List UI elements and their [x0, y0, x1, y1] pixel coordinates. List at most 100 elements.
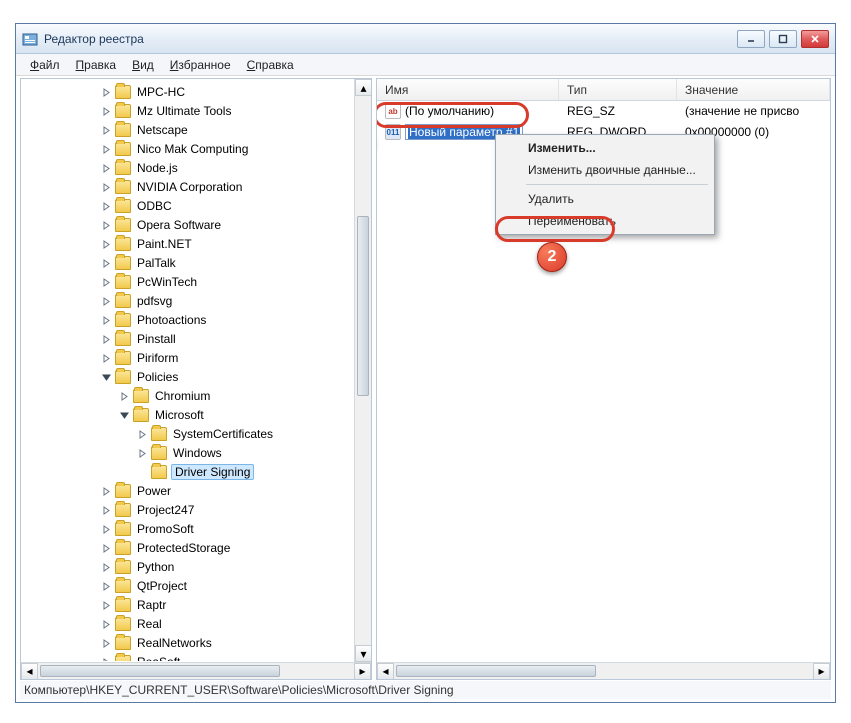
tree-item-opera-software[interactable]: Opera Software	[21, 216, 371, 234]
list-row[interactable]: ab(По умолчанию)REG_SZ(значение не присв…	[377, 101, 830, 121]
tree-item-odbc[interactable]: ODBC	[21, 197, 371, 215]
titlebar[interactable]: Редактор реестра	[16, 24, 835, 54]
tree-expander-icon[interactable]	[101, 581, 112, 592]
menu-favorites[interactable]: Избранное	[162, 56, 239, 74]
tree-expander-icon[interactable]	[101, 258, 112, 269]
tree-item-paint-net[interactable]: Paint.NET	[21, 235, 371, 253]
tree-item-windows[interactable]: Windows	[21, 444, 371, 462]
tree-expander-icon[interactable]	[119, 410, 130, 421]
col-header-type[interactable]: Тип	[559, 79, 677, 100]
minimize-button[interactable]	[737, 30, 765, 48]
window-title: Редактор реестра	[44, 32, 737, 46]
tree-label: ReaSoft	[135, 655, 182, 661]
tree-item-pdfsvg[interactable]: pdfsvg	[21, 292, 371, 310]
tree-expander-icon[interactable]	[101, 619, 112, 630]
tree-item-photoactions[interactable]: Photoactions	[21, 311, 371, 329]
menu-edit[interactable]: Правка	[68, 56, 125, 74]
tree-item-project247[interactable]: Project247	[21, 501, 371, 519]
tree-item-chromium[interactable]: Chromium	[21, 387, 371, 405]
tree-item-power[interactable]: Power	[21, 482, 371, 500]
folder-icon	[115, 655, 131, 661]
tree-item-mpc-hc[interactable]: MPC-HC	[21, 83, 371, 101]
tree-hscroll[interactable]: ◂ ▸	[21, 662, 371, 679]
tree-expander-icon[interactable]	[101, 277, 112, 288]
tree-item-nico-mak-computing[interactable]: Nico Mak Computing	[21, 140, 371, 158]
tree-expander-icon[interactable]	[101, 562, 112, 573]
cm-modify[interactable]: Изменить...	[498, 137, 712, 159]
tree-expander-icon[interactable]	[101, 315, 112, 326]
tree-item-nvidia-corporation[interactable]: NVIDIA Corporation	[21, 178, 371, 196]
tree-item-netscape[interactable]: Netscape	[21, 121, 371, 139]
cm-delete[interactable]: Удалить	[498, 188, 712, 210]
tree-expander-icon[interactable]	[101, 201, 112, 212]
tree-expander-icon[interactable]	[101, 334, 112, 345]
scroll-up-icon[interactable]: ▴	[355, 79, 372, 96]
menu-view[interactable]: Вид	[124, 56, 162, 74]
tree-item-piriform[interactable]: Piriform	[21, 349, 371, 367]
tree-label: PromoSoft	[135, 522, 196, 536]
tree-expander-icon[interactable]	[101, 296, 112, 307]
tree-expander-icon[interactable]	[101, 239, 112, 250]
tree-expander-icon[interactable]	[101, 524, 112, 535]
tree-expander-icon[interactable]	[101, 163, 112, 174]
tree-expander-icon[interactable]	[119, 391, 130, 402]
values-pane[interactable]: Имя Тип Значение ab(По умолчанию)REG_SZ(…	[376, 78, 831, 680]
tree-expander-icon[interactable]	[101, 87, 112, 98]
tree-item-policies[interactable]: Policies	[21, 368, 371, 386]
tree-expander-icon[interactable]	[101, 220, 112, 231]
tree-item-qtproject[interactable]: QtProject	[21, 577, 371, 595]
tree-item-real[interactable]: Real	[21, 615, 371, 633]
scroll-thumb[interactable]	[357, 216, 369, 396]
tree-item-paltalk[interactable]: PalTalk	[21, 254, 371, 272]
tree-expander-icon[interactable]	[101, 182, 112, 193]
tree-label: ProtectedStorage	[135, 541, 232, 555]
scroll-left-icon[interactable]: ◂	[21, 663, 38, 680]
tree-item-driver-signing[interactable]: Driver Signing	[21, 463, 371, 481]
tree-expander-icon[interactable]	[101, 543, 112, 554]
scroll-thumb[interactable]	[396, 665, 596, 677]
tree-item-microsoft[interactable]: Microsoft	[21, 406, 371, 424]
list-hscroll[interactable]: ◂ ▸	[377, 662, 830, 679]
tree-expander-icon[interactable]	[101, 372, 112, 383]
tree-expander-icon[interactable]	[137, 429, 148, 440]
scroll-thumb[interactable]	[40, 665, 280, 677]
menu-help[interactable]: Справка	[239, 56, 302, 74]
scroll-right-icon[interactable]: ▸	[354, 663, 371, 680]
tree-item-promosoft[interactable]: PromoSoft	[21, 520, 371, 538]
tree-pane[interactable]: MPC-HCMz Ultimate ToolsNetscapeNico Mak …	[20, 78, 372, 680]
tree-expander-icon[interactable]	[101, 600, 112, 611]
tree-expander-icon[interactable]	[101, 106, 112, 117]
tree-expander-icon[interactable]	[101, 353, 112, 364]
tree-item-systemcertificates[interactable]: SystemCertificates	[21, 425, 371, 443]
tree-expander-icon[interactable]	[101, 638, 112, 649]
cm-modify-binary[interactable]: Изменить двоичные данные...	[498, 159, 712, 181]
registry-editor-window: Редактор реестра Файл Правка Вид Избранн…	[15, 23, 836, 703]
tree-item-python[interactable]: Python	[21, 558, 371, 576]
tree-expander-icon[interactable]	[101, 657, 112, 662]
col-header-name[interactable]: Имя	[377, 79, 559, 100]
close-button[interactable]	[801, 30, 829, 48]
scroll-down-icon[interactable]: ▾	[355, 645, 372, 662]
tree-vscroll[interactable]: ▴ ▾	[354, 79, 371, 662]
tree-item-mz-ultimate-tools[interactable]: Mz Ultimate Tools	[21, 102, 371, 120]
tree-label: PcWinTech	[135, 275, 199, 289]
scroll-right-icon[interactable]: ▸	[813, 663, 830, 680]
menu-file[interactable]: Файл	[22, 56, 68, 74]
tree-expander-icon[interactable]	[101, 505, 112, 516]
tree-expander-icon[interactable]	[101, 125, 112, 136]
tree-expander-icon[interactable]	[137, 448, 148, 459]
tree-item-realnetworks[interactable]: RealNetworks	[21, 634, 371, 652]
tree-item-node-js[interactable]: Node.js	[21, 159, 371, 177]
tree-item-pinstall[interactable]: Pinstall	[21, 330, 371, 348]
tree-expander-icon[interactable]	[101, 486, 112, 497]
scroll-left-icon[interactable]: ◂	[377, 663, 394, 680]
tree-expander-icon[interactable]	[101, 144, 112, 155]
cm-rename[interactable]: Переименовать	[498, 210, 712, 232]
tree-item-reasoft[interactable]: ReaSoft	[21, 653, 371, 661]
tree-item-protectedstorage[interactable]: ProtectedStorage	[21, 539, 371, 557]
tree-item-raptr[interactable]: Raptr	[21, 596, 371, 614]
maximize-button[interactable]	[769, 30, 797, 48]
col-header-value[interactable]: Значение	[677, 79, 830, 100]
tree-item-pcwintech[interactable]: PcWinTech	[21, 273, 371, 291]
tree-label: Opera Software	[135, 218, 223, 232]
